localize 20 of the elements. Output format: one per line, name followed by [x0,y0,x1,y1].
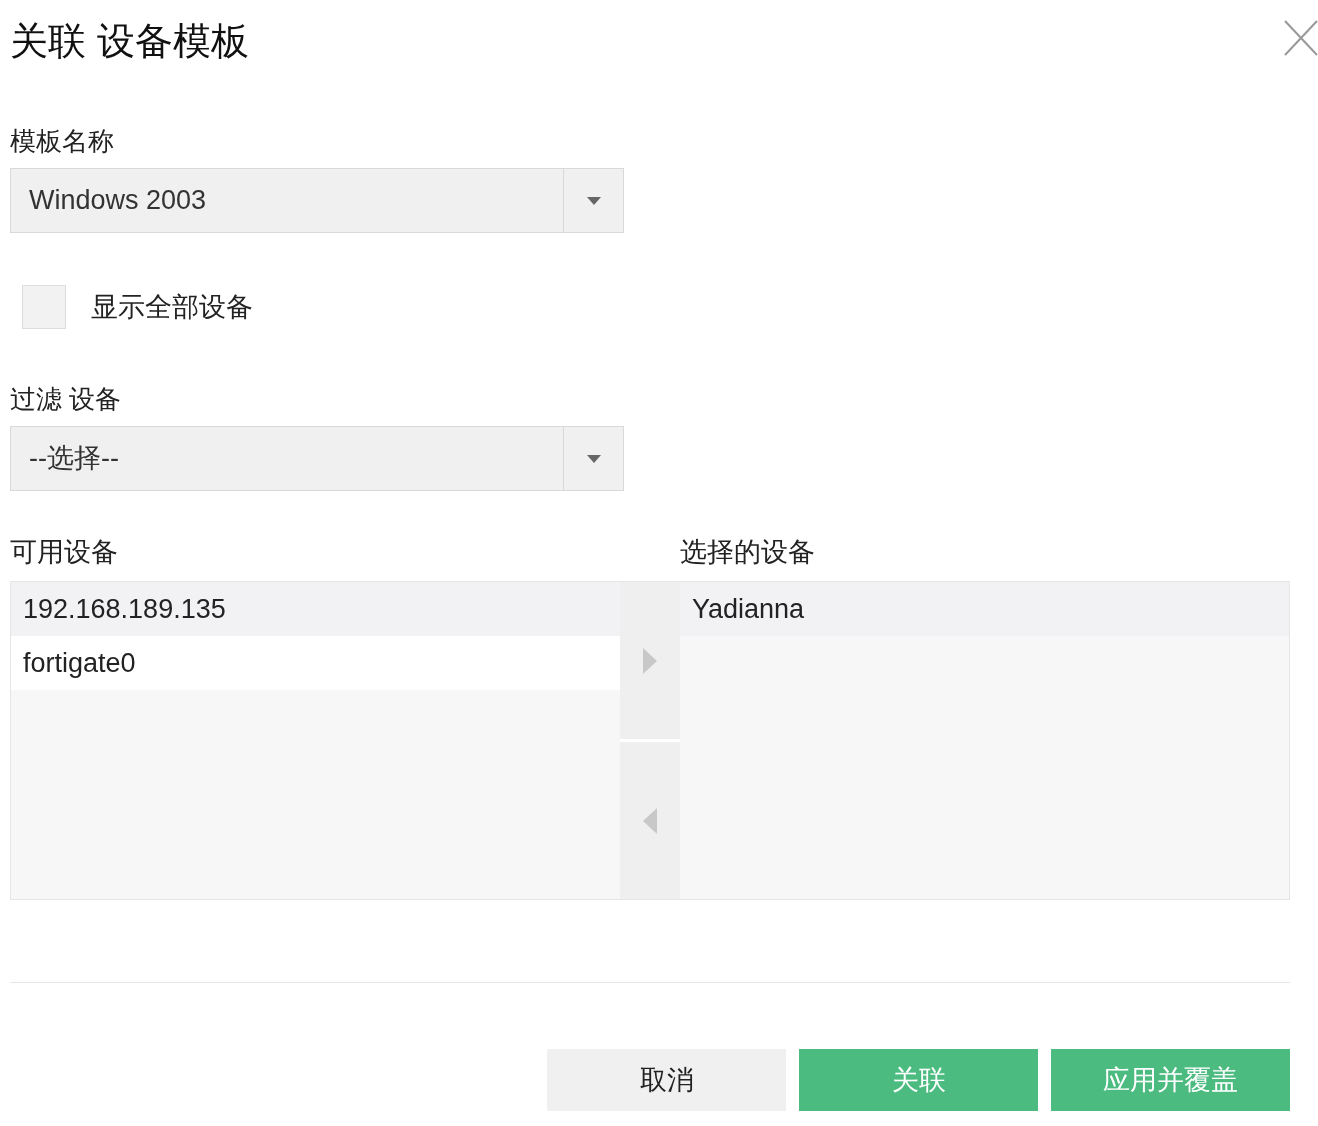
field-label: 模板名称 [10,125,115,158]
checkbox[interactable] [22,285,66,329]
filter-select[interactable]: --选择-- [10,426,624,491]
list-item[interactable]: Yadianna [680,582,1289,636]
list-label: 可用设备 [10,536,119,569]
caret-down-icon [586,454,601,463]
triangle-right-icon [643,647,657,674]
list-item[interactable]: fortigate0 [11,636,620,690]
move-left-button[interactable] [620,742,680,899]
dialog-title: 关联 设备模板 [10,19,249,64]
list-label: 选择的设备 [680,536,815,569]
move-right-button[interactable] [620,582,680,739]
list-item[interactable]: 192.168.189.135 [11,582,620,636]
field-label: 过滤 设备 [10,383,123,416]
triangle-left-icon [643,807,657,834]
close-icon[interactable] [1284,20,1318,56]
checkbox-label: 显示全部设备 [91,290,253,324]
dialog-button[interactable]: 取消 [547,1049,786,1111]
caret-down-icon [586,196,601,205]
template-select[interactable]: Windows 2003 [10,168,624,233]
